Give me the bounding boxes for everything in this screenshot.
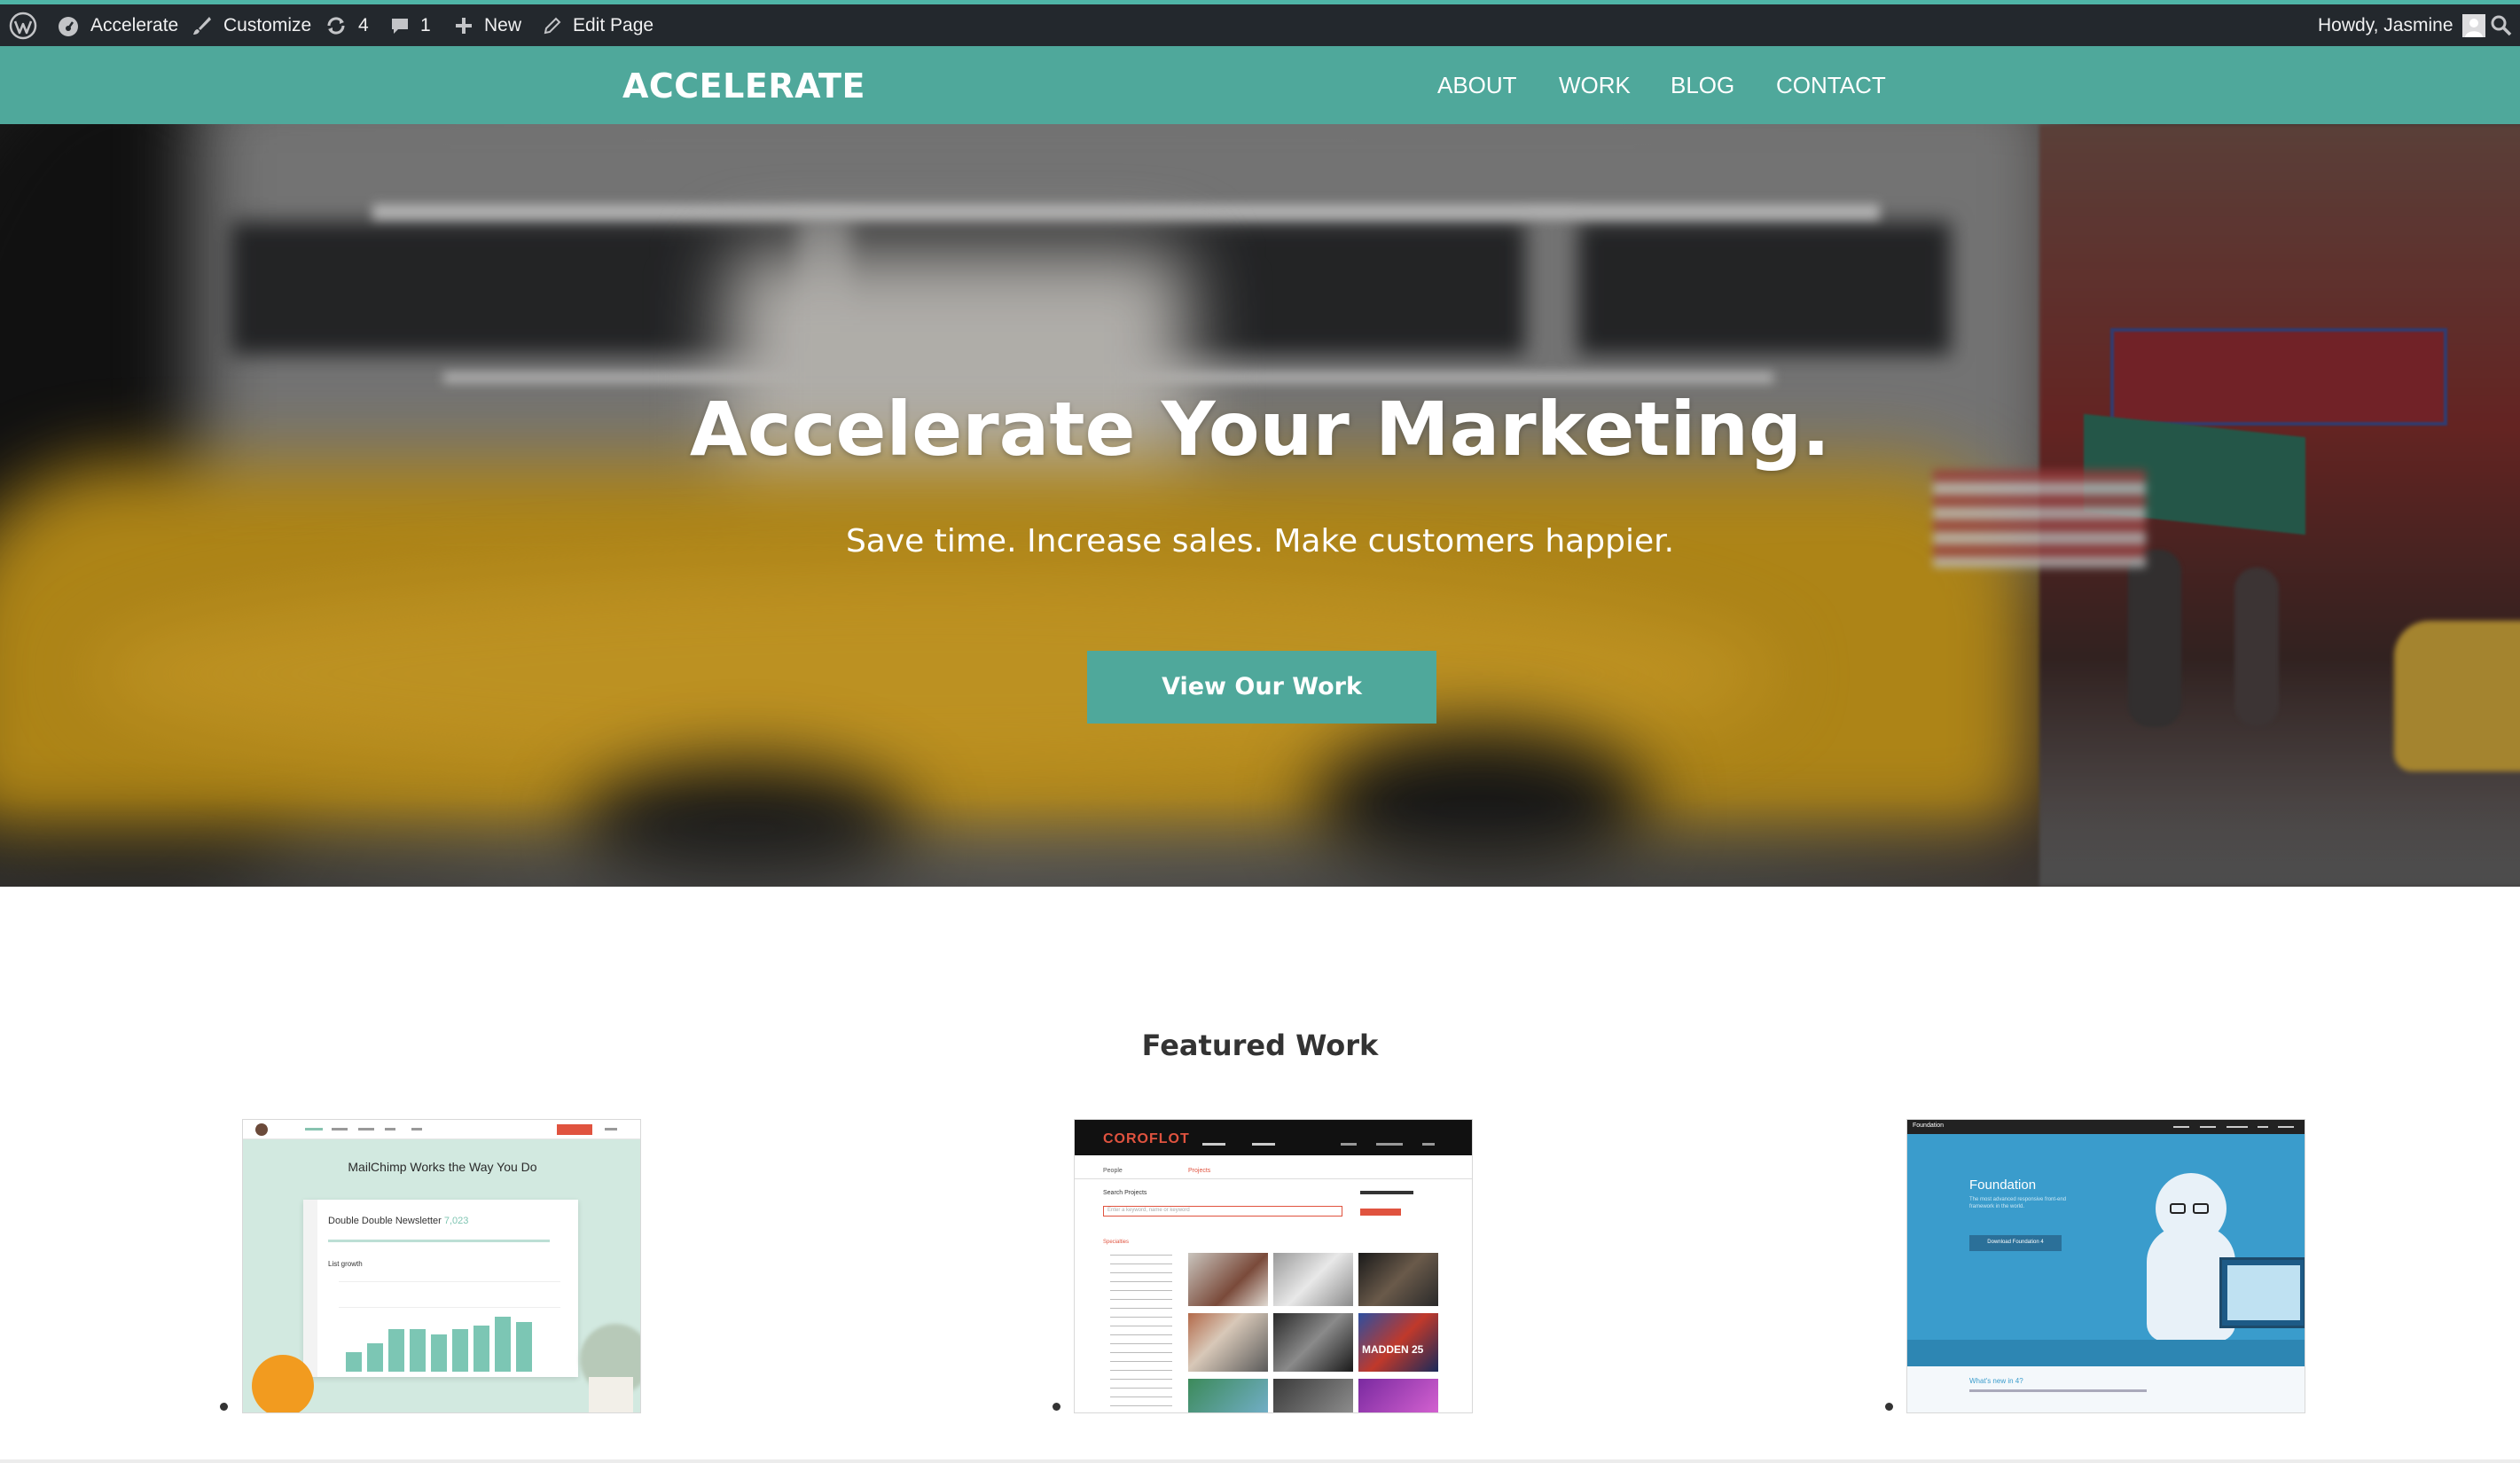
brush-icon — [193, 16, 211, 35]
foundation-topbar: Foundation — [1907, 1120, 2305, 1134]
nav-work[interactable]: WORK — [1559, 67, 1631, 103]
site-title-link[interactable]: ACCELERATE — [622, 64, 865, 108]
coroflot-search-label: Search Projects — [1103, 1190, 1147, 1196]
foundation-tagline: The most advanced responsive front-end f… — [1969, 1197, 2067, 1209]
section-divider — [0, 1459, 2520, 1463]
edit-page-label: Edit Page — [573, 14, 654, 35]
customize-link[interactable]: Customize — [192, 4, 311, 46]
featured-work-mailchimp[interactable]: MailChimp Works the Way You Do Double Do… — [242, 1119, 641, 1413]
coroflot-logo: COROFLOT — [1103, 1131, 1190, 1146]
nav-about[interactable]: ABOUT — [1437, 67, 1517, 103]
avatar — [2461, 13, 2485, 37]
coroflot-search-input: Enter a keyword, name or keyword — [1103, 1206, 1342, 1217]
edit-page-link[interactable]: Edit Page — [543, 4, 653, 46]
monkey-logo-icon — [255, 1123, 268, 1136]
nav-contact[interactable]: CONTACT — [1776, 67, 1886, 103]
howdy-label: Howdy, Jasmine — [2318, 14, 2453, 35]
foundation-footer-text: What's new in 4? — [1969, 1377, 2023, 1385]
dashboard-icon — [59, 16, 78, 36]
my-account-link[interactable]: Howdy, Jasmine — [2318, 4, 2485, 46]
new-label: New — [484, 14, 522, 35]
mailchimp-topbar — [243, 1120, 640, 1139]
orange-image — [252, 1355, 314, 1412]
view-our-work-button[interactable]: View Our Work — [1087, 651, 1436, 724]
foundation-brand: Foundation — [1913, 1123, 1945, 1129]
coroflot-specialties-label: Specialties — [1103, 1240, 1130, 1245]
updates-count: 4 — [358, 14, 369, 35]
pencil-icon — [544, 17, 561, 34]
mailchimp-card-title: Double Double Newsletter 7,023 — [328, 1216, 469, 1226]
new-content-link[interactable]: New — [454, 4, 521, 46]
mailchimp-card-subtitle: List growth — [328, 1260, 363, 1268]
list-bullet — [1053, 1403, 1060, 1411]
admin-bar: Accelerate Customize 4 1 New Edit Page H… — [0, 0, 2520, 46]
comment-icon — [392, 18, 408, 34]
coroflot-tab-projects: Projects — [1188, 1168, 1211, 1174]
hero-subtitle: Save time. Increase sales. Make customer… — [845, 523, 1675, 559]
madden-cover-label: MADDEN 25 — [1362, 1343, 1424, 1356]
search-icon[interactable] — [2490, 4, 2513, 46]
hero-title: Accelerate Your Marketing. — [689, 386, 1831, 473]
hero-section: Accelerate Your Marketing. Save time. In… — [0, 124, 2520, 887]
coroflot-specialties-list — [1110, 1249, 1172, 1409]
mailchimp-headline: MailChimp Works the Way You Do — [348, 1160, 537, 1174]
foundation-title: Foundation — [1969, 1177, 2037, 1193]
coroflot-image-grid: MADDEN 25 — [1188, 1253, 1454, 1412]
site-name-label: Accelerate — [90, 14, 179, 35]
foundation-device-mockup — [2219, 1257, 2305, 1328]
plus-icon — [456, 17, 472, 34]
mailchimp-bar-chart — [339, 1313, 560, 1372]
site-name-link[interactable]: Accelerate — [57, 4, 178, 46]
comments-link[interactable]: 1 — [390, 4, 431, 46]
wordpress-logo-icon[interactable] — [9, 4, 37, 46]
nav-blog[interactable]: BLOG — [1671, 67, 1734, 103]
mailchimp-dashboard-card: Double Double Newsletter 7,023 List grow… — [303, 1200, 578, 1377]
comments-count: 1 — [420, 14, 431, 35]
customize-label: Customize — [223, 14, 312, 35]
featured-work-heading: Featured Work — [1141, 1029, 1379, 1062]
updates-link[interactable]: 4 — [325, 4, 369, 46]
foundation-download-button: Download Foundation 4 — [1969, 1235, 2062, 1251]
list-bullet — [220, 1403, 228, 1411]
coroflot-topbar: COROFLOT — [1075, 1120, 1472, 1155]
featured-work-foundation[interactable]: Foundation Foundation The most advanced … — [1906, 1119, 2305, 1413]
site-header: ACCELERATE ABOUT WORK BLOG CONTACT — [0, 46, 2520, 124]
list-bullet — [1885, 1403, 1893, 1411]
updates-icon — [327, 16, 345, 35]
coroflot-tab-people: People — [1103, 1168, 1123, 1174]
hero-background-image — [0, 124, 2520, 887]
featured-work-coroflot[interactable]: COROFLOT People Projects Search Projects… — [1074, 1119, 1473, 1413]
